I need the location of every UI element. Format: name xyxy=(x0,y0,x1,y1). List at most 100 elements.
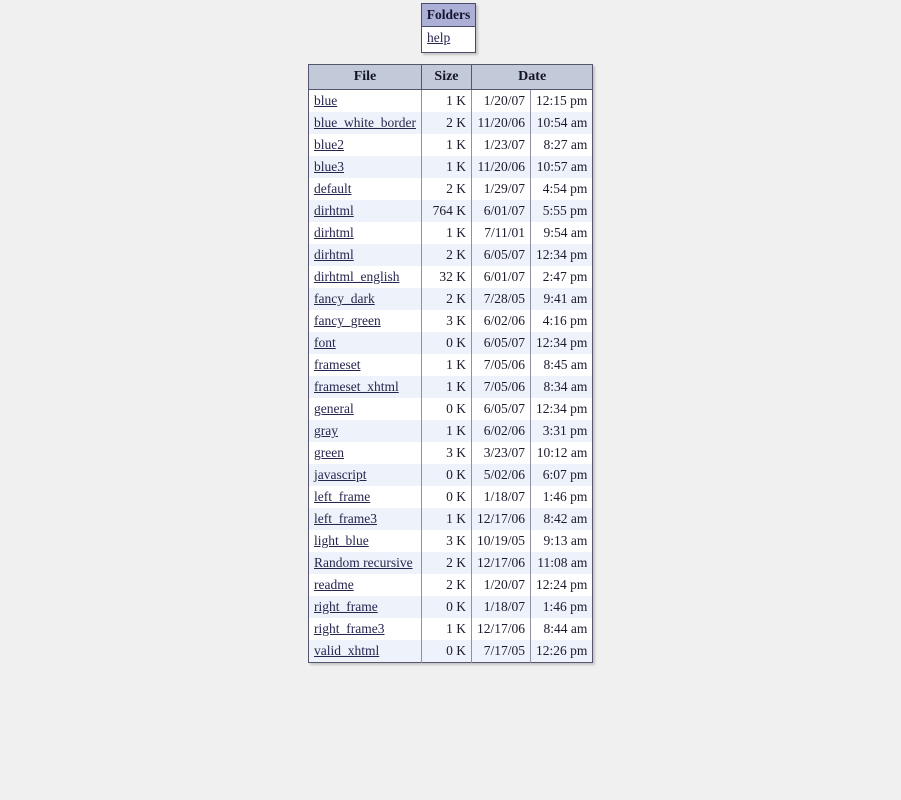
cell-file: frameset xyxy=(308,354,422,376)
cell-file: right_frame3 xyxy=(308,618,422,640)
file-link[interactable]: Random recursive xyxy=(314,555,413,570)
cell-size: 2 K xyxy=(420,552,472,574)
cell-time: 8:42 am xyxy=(529,508,593,530)
cell-file: javascript xyxy=(308,464,422,486)
file-link[interactable]: blue3 xyxy=(314,159,344,174)
cell-date: 6/05/07 xyxy=(470,332,531,354)
cell-file: dirhtml_english xyxy=(308,266,422,288)
table-row: blue 1 K 1/20/07 12:15 pm xyxy=(308,89,593,112)
cell-time: 9:54 am xyxy=(529,222,593,244)
cell-file: blue_white_border xyxy=(308,112,422,134)
table-row: dirhtml_english 32 K 6/01/07 2:47 pm xyxy=(308,266,593,288)
cell-time: 10:12 am xyxy=(529,442,593,464)
cell-file: left_frame xyxy=(308,486,422,508)
cell-date: 7/05/06 xyxy=(470,354,531,376)
cell-date: 12/17/06 xyxy=(470,552,531,574)
column-header-size[interactable]: Size xyxy=(420,64,472,90)
cell-file: default xyxy=(308,178,422,200)
cell-size: 0 K xyxy=(420,596,472,618)
file-link[interactable]: dirhtml_english xyxy=(314,269,400,284)
table-row: light_blue 3 K 10/19/05 9:13 am xyxy=(308,530,593,552)
file-table-body: blue 1 K 1/20/07 12:15 pm blue_white_border 2… xyxy=(308,89,593,663)
cell-size: 0 K xyxy=(420,398,472,420)
cell-date: 12/17/06 xyxy=(470,618,531,640)
cell-size: 1 K xyxy=(420,508,472,530)
file-link[interactable]: right_frame3 xyxy=(314,621,384,636)
cell-date: 7/05/06 xyxy=(470,376,531,398)
cell-file: Random recursive xyxy=(308,552,422,574)
cell-date: 1/20/07 xyxy=(470,574,531,596)
cell-time: 3:31 pm xyxy=(529,420,593,442)
cell-file: left_frame3 xyxy=(308,508,422,530)
file-link[interactable]: dirhtml xyxy=(314,247,354,262)
cell-size: 32 K xyxy=(420,266,472,288)
table-row: dirhtml 2 K 6/05/07 12:34 pm xyxy=(308,244,593,266)
cell-file: light_blue xyxy=(308,530,422,552)
cell-time: 9:13 am xyxy=(529,530,593,552)
cell-time: 4:54 pm xyxy=(529,178,593,200)
file-link[interactable]: javascript xyxy=(314,467,366,482)
cell-size: 1 K xyxy=(420,618,472,640)
cell-file: dirhtml xyxy=(308,200,422,222)
cell-file: general xyxy=(308,398,422,420)
cell-date: 7/17/05 xyxy=(470,640,531,663)
cell-date: 7/11/01 xyxy=(470,222,531,244)
table-row: general 0 K 6/05/07 12:34 pm xyxy=(308,398,593,420)
cell-size: 1 K xyxy=(420,156,472,178)
cell-file: dirhtml xyxy=(308,244,422,266)
file-link[interactable]: default xyxy=(314,181,351,196)
cell-date: 5/02/06 xyxy=(470,464,531,486)
file-link[interactable]: left_frame xyxy=(314,489,370,504)
file-link[interactable]: frameset xyxy=(314,357,360,372)
cell-file: dirhtml xyxy=(308,222,422,244)
file-link[interactable]: valid_xhtml xyxy=(314,643,379,658)
file-link[interactable]: light_blue xyxy=(314,533,369,548)
file-link[interactable]: green xyxy=(314,445,344,460)
file-link[interactable]: blue2 xyxy=(314,137,344,152)
table-row: font 0 K 6/05/07 12:34 pm xyxy=(308,332,593,354)
table-row: left_frame 0 K 1/18/07 1:46 pm xyxy=(308,486,593,508)
cell-file: font xyxy=(308,332,422,354)
cell-size: 3 K xyxy=(420,310,472,332)
cell-time: 11:08 am xyxy=(529,552,593,574)
cell-date: 1/23/07 xyxy=(470,134,531,156)
file-link[interactable]: fancy_dark xyxy=(314,291,375,306)
table-row: frameset 1 K 7/05/06 8:45 am xyxy=(308,354,593,376)
cell-file: blue2 xyxy=(308,134,422,156)
cell-file: valid_xhtml xyxy=(308,640,422,663)
cell-date: 1/20/07 xyxy=(470,89,531,112)
file-link[interactable]: dirhtml xyxy=(314,203,354,218)
cell-date: 6/02/06 xyxy=(470,310,531,332)
file-link[interactable]: dirhtml xyxy=(314,225,354,240)
file-link[interactable]: blue_white_border xyxy=(314,115,416,130)
folders-panel-title: Folders xyxy=(422,4,475,27)
file-link[interactable]: frameset_xhtml xyxy=(314,379,399,394)
file-link[interactable]: font xyxy=(314,335,336,350)
file-link[interactable]: fancy_green xyxy=(314,313,381,328)
cell-size: 2 K xyxy=(420,244,472,266)
table-row: javascript 0 K 5/02/06 6:07 pm xyxy=(308,464,593,486)
cell-date: 10/19/05 xyxy=(470,530,531,552)
cell-time: 12:24 pm xyxy=(529,574,593,596)
cell-file: right_frame xyxy=(308,596,422,618)
folder-link-help[interactable]: help xyxy=(427,30,450,45)
cell-size: 0 K xyxy=(420,332,472,354)
cell-size: 2 K xyxy=(420,288,472,310)
file-link[interactable]: readme xyxy=(314,577,354,592)
column-header-file[interactable]: File xyxy=(308,64,422,90)
cell-file: fancy_green xyxy=(308,310,422,332)
file-link[interactable]: right_frame xyxy=(314,599,378,614)
table-row: blue3 1 K 11/20/06 10:57 am xyxy=(308,156,593,178)
cell-time: 4:16 pm xyxy=(529,310,593,332)
file-link[interactable]: general xyxy=(314,401,354,416)
cell-size: 0 K xyxy=(420,640,472,663)
column-header-date[interactable]: Date xyxy=(470,64,594,90)
file-link[interactable]: gray xyxy=(314,423,338,438)
cell-size: 2 K xyxy=(420,112,472,134)
cell-date: 6/01/07 xyxy=(470,266,531,288)
cell-size: 1 K xyxy=(420,420,472,442)
cell-time: 9:41 am xyxy=(529,288,593,310)
cell-time: 10:54 am xyxy=(529,112,593,134)
file-link[interactable]: left_frame3 xyxy=(314,511,377,526)
file-link[interactable]: blue xyxy=(314,93,337,108)
